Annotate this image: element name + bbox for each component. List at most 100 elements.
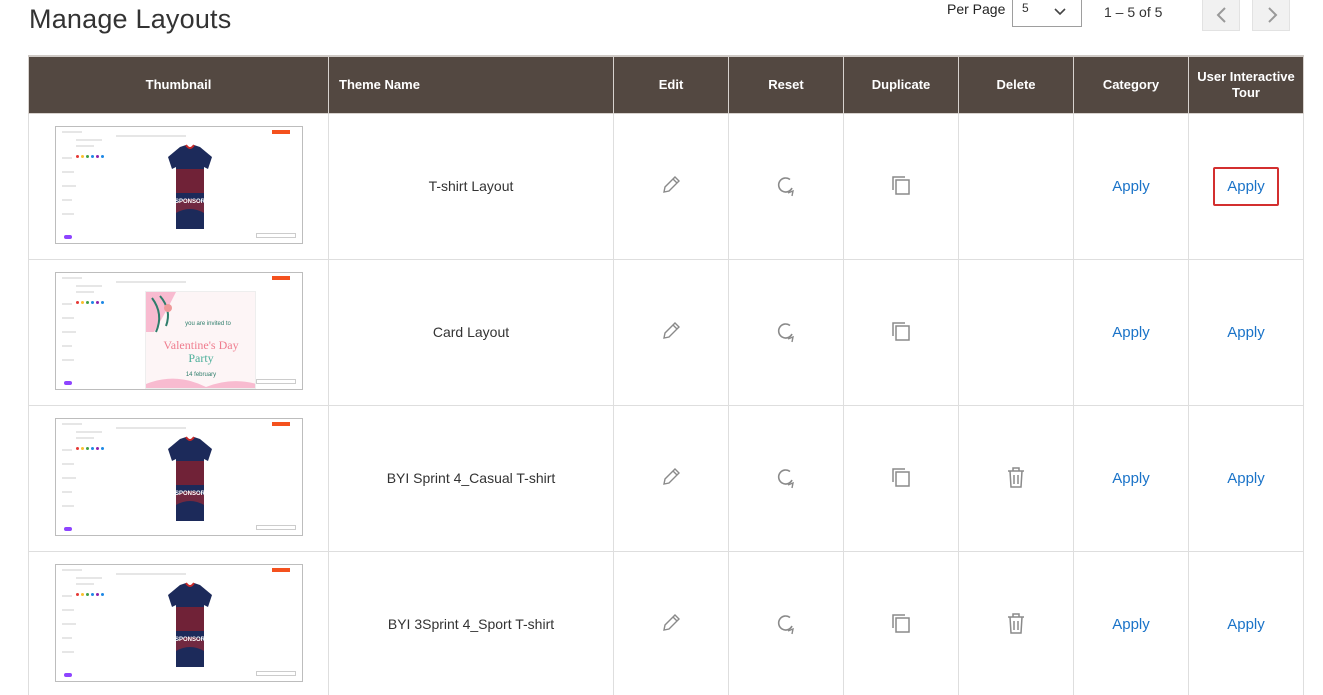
trash-icon (1008, 612, 1024, 634)
trash-icon (1008, 466, 1024, 488)
previous-page-button[interactable] (1202, 0, 1240, 31)
tour-apply-link[interactable]: Apply (1214, 606, 1278, 643)
category-cell: Apply (1073, 112, 1189, 260)
copy-icon (892, 613, 910, 633)
pencil-icon (663, 175, 680, 193)
edit-button[interactable] (659, 465, 683, 489)
edit-cell (613, 404, 729, 552)
delete-cell (958, 550, 1074, 695)
reset-button[interactable] (774, 611, 798, 635)
edit-button[interactable] (659, 611, 683, 635)
delete-cell (958, 258, 1074, 406)
pencil-icon (663, 467, 680, 485)
category-apply-link[interactable]: Apply (1099, 606, 1163, 643)
theme-name: BYI Sprint 4_Casual T-shirt (386, 470, 556, 486)
column-header-delete: Delete (958, 55, 1074, 114)
refresh-icon (777, 176, 794, 196)
next-page-button[interactable] (1252, 0, 1290, 31)
tshirt-image: SPONSOR (167, 143, 212, 229)
layout-thumbnail[interactable]: SPONSOR (54, 125, 303, 244)
category-apply-link[interactable]: Apply (1099, 168, 1163, 205)
table-header-row: Thumbnail Theme Name Edit Reset Duplicat… (28, 55, 1304, 114)
edit-button[interactable] (659, 319, 683, 343)
tshirt-image: SPONSOR (167, 435, 212, 521)
delete-cell (958, 112, 1074, 260)
reset-button[interactable] (774, 465, 798, 489)
theme-name-cell: Card Layout (328, 258, 614, 406)
category-cell: Apply (1073, 404, 1189, 552)
card-text-1: you are invited to (185, 321, 231, 327)
reset-cell (728, 404, 844, 552)
chevron-right-icon (1268, 7, 1278, 23)
delete-button[interactable] (1004, 465, 1028, 489)
tour-apply-link[interactable]: Apply (1213, 166, 1279, 206)
layout-thumbnail[interactable]: you are invited to Valentine's Day Party… (54, 271, 303, 390)
tour-apply-link[interactable]: Apply (1214, 314, 1278, 351)
category-apply-link[interactable]: Apply (1099, 460, 1163, 497)
pagination-bar: Per Page 5 1 – 5 of 5 (0, 0, 1323, 40)
edit-cell (613, 112, 729, 260)
thumbnail-cell: you are invited to Valentine's Day Party… (28, 258, 329, 406)
per-page-select[interactable]: 5 (1012, 0, 1082, 27)
tour-apply-link[interactable]: Apply (1214, 460, 1278, 497)
column-header-duplicate: Duplicate (843, 55, 959, 114)
column-header-reset: Reset (728, 55, 844, 114)
layouts-table: Thumbnail Theme Name Edit Reset Duplicat… (28, 55, 1304, 695)
tour-cell: Apply (1188, 258, 1304, 406)
page-range-text: 1 – 5 of 5 (1104, 4, 1163, 20)
theme-name-cell: BYI Sprint 4_Casual T-shirt (328, 404, 614, 552)
theme-name: T-shirt Layout (428, 178, 514, 194)
chevron-left-icon (1216, 7, 1226, 23)
shirt-sponsor-text: SPONSOR (174, 637, 205, 643)
edit-cell (613, 550, 729, 695)
table-row: SPONSOR T-shirt Layout Apply Apply (28, 112, 1304, 260)
thumbnail-cell: SPONSOR (28, 112, 329, 260)
reset-button[interactable] (774, 173, 798, 197)
delete-button[interactable] (1004, 611, 1028, 635)
duplicate-cell (843, 112, 959, 260)
pencil-icon (663, 613, 680, 631)
tour-cell: Apply (1188, 112, 1304, 260)
theme-name-cell: T-shirt Layout (328, 112, 614, 260)
theme-name: Card Layout (432, 324, 510, 340)
card-text-3: Party (188, 351, 213, 365)
duplicate-button[interactable] (889, 319, 913, 343)
thumbnail-cell: SPONSOR (28, 550, 329, 695)
pencil-icon (663, 321, 680, 339)
delete-cell (958, 404, 1074, 552)
table-row: you are invited to Valentine's Day Party… (28, 258, 1304, 406)
reset-button[interactable] (774, 319, 798, 343)
shirt-sponsor-text: SPONSOR (174, 491, 205, 497)
per-page-value: 5 (1022, 1, 1029, 15)
reset-cell (728, 112, 844, 260)
refresh-icon (777, 322, 794, 342)
copy-icon (892, 467, 910, 487)
category-cell: Apply (1073, 550, 1189, 695)
tshirt-image: SPONSOR (167, 581, 212, 667)
card-text-4: 14 february (185, 372, 215, 378)
column-header-user-interactive-tour: User Interactive Tour (1188, 55, 1304, 114)
table-row: SPONSOR BYI Sprint 4_Casual T-shirt Apply… (28, 404, 1304, 552)
copy-icon (892, 175, 910, 195)
shirt-sponsor-text: SPONSOR (174, 199, 205, 205)
layout-thumbnail[interactable]: SPONSOR (54, 563, 303, 682)
tour-cell: Apply (1188, 550, 1304, 695)
theme-name: BYI 3Sprint 4_Sport T-shirt (387, 616, 555, 632)
reset-cell (728, 258, 844, 406)
category-cell: Apply (1073, 258, 1189, 406)
edit-cell (613, 258, 729, 406)
duplicate-cell (843, 258, 959, 406)
layout-thumbnail[interactable]: SPONSOR (54, 417, 303, 536)
duplicate-cell (843, 550, 959, 695)
thumbnail-cell: SPONSOR (28, 404, 329, 552)
duplicate-button[interactable] (889, 611, 913, 635)
chevron-down-icon (1054, 8, 1066, 16)
duplicate-button[interactable] (889, 465, 913, 489)
column-header-thumbnail: Thumbnail (28, 55, 329, 114)
duplicate-button[interactable] (889, 173, 913, 197)
reset-cell (728, 550, 844, 695)
table-row: SPONSOR BYI 3Sprint 4_Sport T-shirt Apply… (28, 550, 1304, 695)
edit-button[interactable] (659, 173, 683, 197)
category-apply-link[interactable]: Apply (1099, 314, 1163, 351)
refresh-icon (777, 614, 794, 634)
